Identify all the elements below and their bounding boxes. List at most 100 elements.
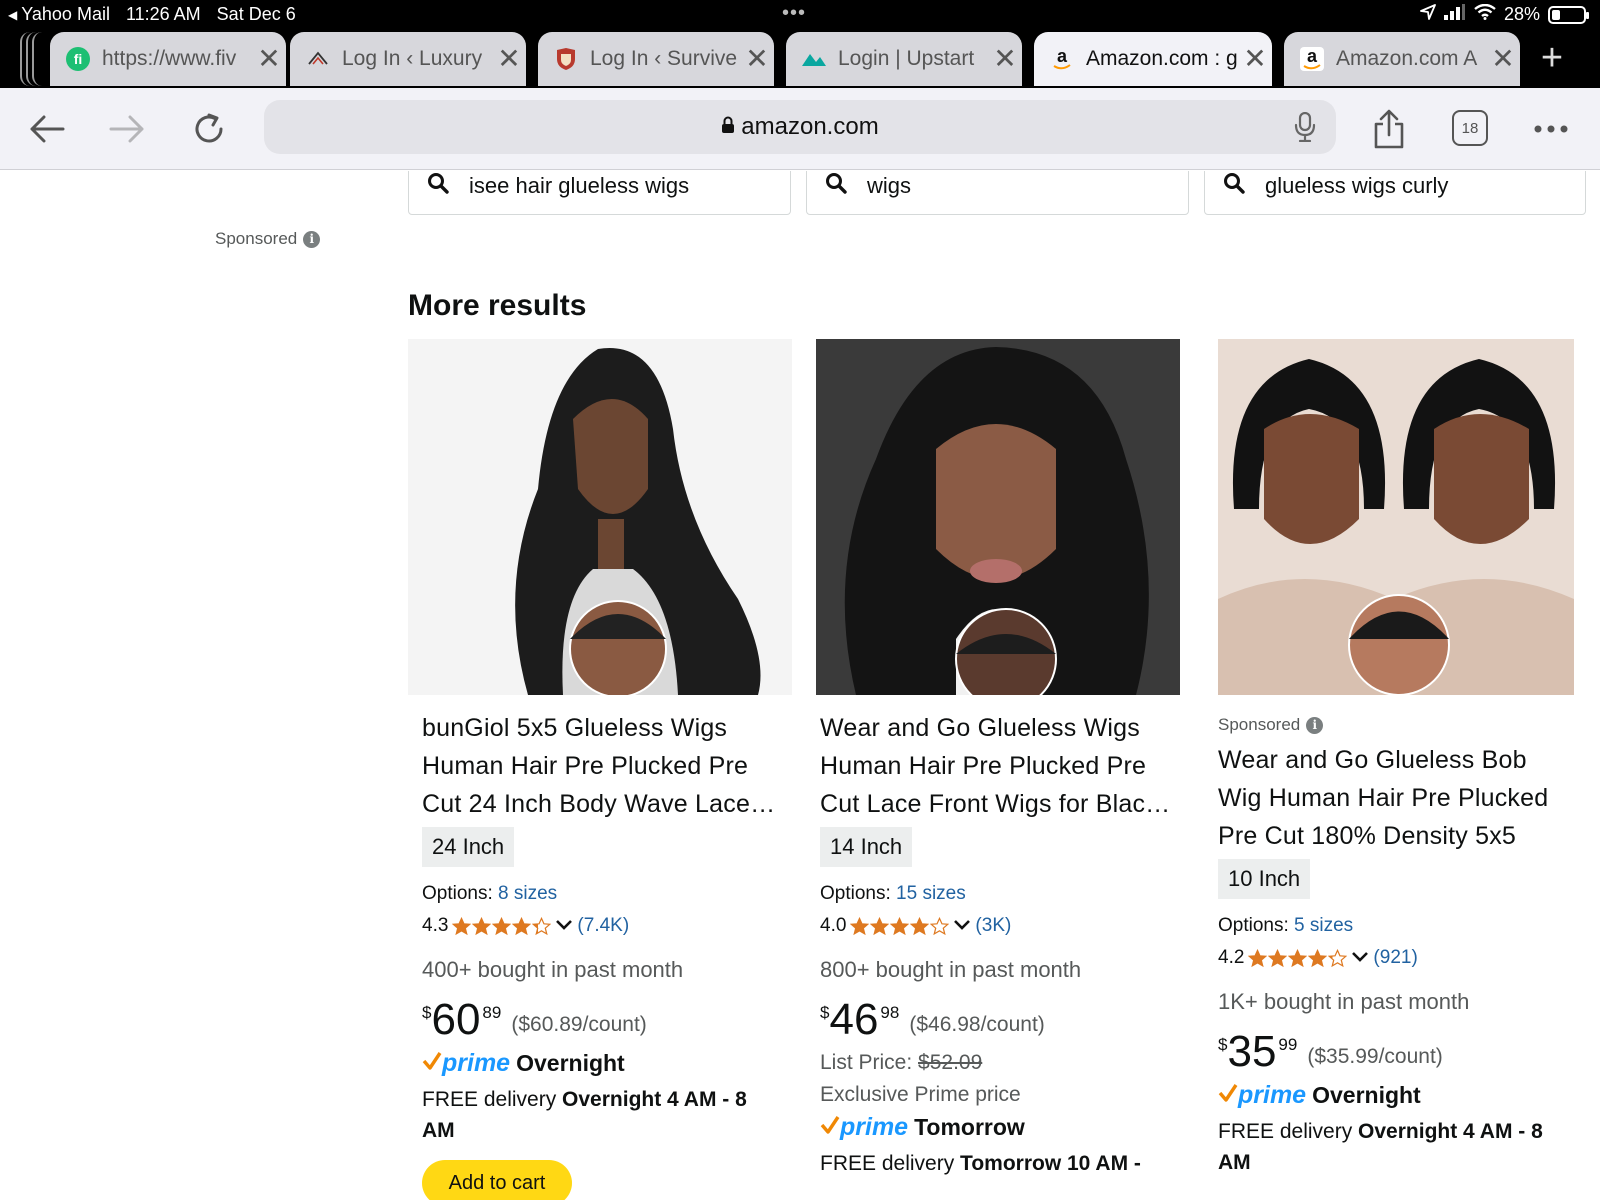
review-count-link[interactable]: (7.4K) (577, 915, 629, 937)
forward-button[interactable] (104, 106, 150, 152)
more-menu-button[interactable] (1528, 106, 1574, 152)
price: $ 60 89 ($60.89/count) (422, 997, 780, 1043)
review-count-link[interactable]: (3K) (975, 915, 1011, 937)
product-image[interactable] (408, 339, 792, 695)
tab-title: Log In ‹ Survive (590, 47, 738, 70)
star-icon (890, 916, 910, 935)
svg-text:fi: fi (74, 51, 83, 67)
tab-luxury[interactable]: Log In ‹ Luxury ✕ (290, 32, 526, 86)
tab-fiverr[interactable]: fi https://www.fiv ✕ (50, 32, 286, 86)
star-rating[interactable] (452, 916, 552, 936)
rating-value: 4.2 (1218, 947, 1245, 968)
microphone-icon[interactable] (1294, 111, 1316, 149)
address-bar[interactable]: amazon.com (264, 100, 1336, 154)
price: $ 46 98 ($46.98/count) (820, 997, 1178, 1043)
status-bar: ◀ Yahoo Mail 11:26 AM Sat Dec 6 ••• 28% (0, 0, 1600, 30)
tab-close-icon[interactable]: ✕ (492, 45, 526, 73)
tab-stack-indicator (20, 32, 40, 86)
share-icon (1374, 109, 1404, 149)
upstart-logo-icon (800, 45, 828, 73)
sponsored-label[interactable]: Sponsored i (215, 229, 321, 249)
related-search-link[interactable]: glueless wigs curly (1204, 171, 1586, 215)
share-button[interactable] (1366, 106, 1412, 152)
tab-title: Login | Upstart (838, 47, 975, 70)
review-count-link[interactable]: (921) (1373, 947, 1417, 969)
prime-row: prime Tomorrow (820, 1113, 1178, 1142)
product-title-link[interactable]: Wear and Go Glueless Wigs Human Hair Pre… (820, 709, 1178, 823)
rating-value: 4.0 (820, 915, 847, 936)
tab-close-icon[interactable]: ✕ (252, 45, 286, 73)
options-sizes-link[interactable]: 8 sizes (498, 883, 557, 904)
back-to-app-button[interactable]: ◀ Yahoo Mail (8, 4, 110, 25)
delivery-time: Tomorrow 10 AM - (960, 1152, 1141, 1175)
info-icon[interactable]: i (1306, 716, 1324, 734)
product-card: Sponsored i Wear and Go Glueless Bob Wig… (1204, 339, 1588, 1200)
star-icon (1248, 948, 1268, 967)
tab-bar: fi https://www.fiv ✕ Log In ‹ Luxury ✕ L… (0, 30, 1600, 88)
amazon-icon: a (1048, 45, 1076, 73)
price-fraction: 98 (880, 1003, 900, 1022)
tab-overview-button[interactable]: 18 (1452, 110, 1488, 146)
browser-toolbar: amazon.com 18 (0, 88, 1600, 170)
unit-price: ($46.98/count) (909, 1013, 1045, 1036)
product-title-link[interactable]: bunGiol 5x5 Glueless Wigs Human Hair Pre… (422, 709, 780, 823)
star-icon (512, 916, 532, 935)
related-search-link[interactable]: wigs (806, 171, 1189, 215)
star-icon (1288, 948, 1308, 967)
reload-button[interactable] (186, 106, 232, 152)
svg-text:a: a (1057, 47, 1068, 66)
search-icon (1223, 172, 1245, 200)
tab-close-icon[interactable]: ✕ (1238, 45, 1272, 73)
tab-close-icon[interactable]: ✕ (988, 45, 1022, 73)
list-price: List Price: $52.09 (820, 1051, 1178, 1075)
rating-value: 4.3 (422, 915, 449, 936)
size-chip[interactable]: 24 Inch (422, 827, 515, 867)
chevron-down-icon[interactable] (555, 915, 573, 937)
bought-count: 400+ bought in past month (422, 957, 684, 982)
star-icon (1268, 948, 1288, 967)
related-search-link[interactable]: isee hair glueless wigs (408, 171, 791, 215)
size-chip[interactable]: 10 Inch (1218, 859, 1311, 899)
chevron-down-icon[interactable] (1351, 947, 1369, 969)
tab-close-icon[interactable]: ✕ (1486, 45, 1520, 73)
related-search-label: isee hair glueless wigs (469, 173, 690, 198)
tab-amazon-active[interactable]: a Amazon.com : g ✕ (1034, 32, 1272, 86)
star-rating[interactable] (1248, 948, 1348, 968)
product-title-link[interactable]: Wear and Go Glueless Bob Wig Human Hair … (1218, 741, 1576, 855)
chevron-down-icon[interactable] (953, 915, 971, 937)
tab-survive[interactable]: Log In ‹ Survive ✕ (538, 32, 774, 86)
prime-check-icon (422, 1050, 442, 1077)
status-date: Sat Dec 6 (216, 4, 296, 24)
star-icon (532, 916, 552, 935)
cellular-signal-icon (1443, 4, 1466, 25)
new-tab-button[interactable]: + (1530, 38, 1574, 82)
forward-arrow-icon (109, 115, 144, 143)
price-fraction: 99 (1278, 1035, 1298, 1054)
back-button[interactable] (24, 106, 70, 152)
sponsored-label[interactable]: Sponsored i (1218, 715, 1576, 735)
star-icon (1308, 948, 1328, 967)
location-arrow-icon (1420, 4, 1436, 25)
product-image[interactable] (806, 339, 1190, 695)
info-icon[interactable]: i (303, 230, 321, 248)
price-symbol: $ (422, 1003, 432, 1022)
bought-count: 1K+ bought in past month (1218, 989, 1470, 1014)
size-chip[interactable]: 14 Inch (820, 827, 913, 867)
prime-check-icon (1218, 1082, 1238, 1109)
rating-row: 4.0 (3K) (820, 915, 1178, 937)
tab-upstart[interactable]: Login | Upstart ✕ (786, 32, 1022, 86)
options-sizes-link[interactable]: 15 sizes (896, 883, 966, 904)
status-time: 11:26 AM (125, 4, 201, 24)
product-image[interactable] (1204, 339, 1588, 695)
add-to-cart-button[interactable]: Add to cart (422, 1160, 572, 1200)
tab-close-icon[interactable]: ✕ (740, 45, 774, 73)
battery-icon (1548, 5, 1589, 24)
tab-title: Amazon.com A (1336, 47, 1478, 70)
delivery-prefix: FREE delivery (1218, 1120, 1359, 1143)
url-text: amazon.com (741, 113, 879, 140)
star-rating[interactable] (850, 916, 950, 936)
options-sizes-link[interactable]: 5 sizes (1294, 915, 1353, 936)
prime-speed: Overnight (1312, 1082, 1421, 1108)
multitasking-dots-icon[interactable]: ••• (782, 3, 806, 23)
tab-amazon[interactable]: a Amazon.com A ✕ (1284, 32, 1520, 86)
